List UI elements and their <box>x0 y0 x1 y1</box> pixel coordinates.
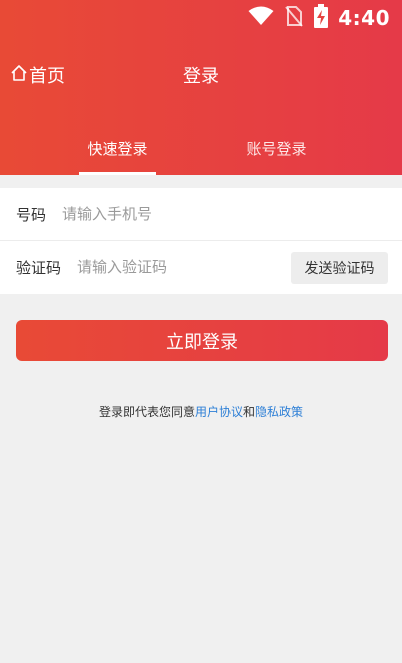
status-bar: 4:40 <box>248 4 390 32</box>
login-form: 号码 验证码 发送验证码 <box>0 188 402 294</box>
privacy-policy-link[interactable]: 隐私政策 <box>255 405 303 419</box>
phone-label: 号码 <box>16 205 47 224</box>
agreement-text: 登录即代表您同意用户协议和隐私政策 <box>0 403 402 420</box>
status-time: 4:40 <box>338 6 390 30</box>
battery-charging-icon <box>314 4 329 32</box>
code-label: 验证码 <box>16 258 62 277</box>
active-tab-indicator <box>79 172 156 175</box>
nav-bar: 首页 登录 <box>0 58 402 92</box>
code-row: 验证码 发送验证码 <box>0 241 402 293</box>
no-sim-icon <box>284 5 304 31</box>
login-button[interactable]: 立即登录 <box>16 320 388 361</box>
user-agreement-link[interactable]: 用户协议 <box>195 405 243 419</box>
header-bar: 4:40 首页 登录 快速登录 账号登录 <box>0 0 402 175</box>
phone-input[interactable] <box>62 205 363 223</box>
agreement-prefix: 登录即代表您同意 <box>98 405 195 419</box>
phone-row: 号码 <box>0 188 402 241</box>
tab-quick-login[interactable]: 快速登录 <box>79 138 156 159</box>
login-tabs: 快速登录 账号登录 <box>0 128 402 175</box>
page-title: 登录 <box>183 66 219 87</box>
send-code-button[interactable]: 发送验证码 <box>291 252 388 284</box>
agreement-conjunction: 和 <box>243 405 256 419</box>
tab-account-login[interactable]: 账号登录 <box>238 138 315 159</box>
verification-code-input[interactable] <box>77 258 278 276</box>
wifi-icon <box>248 6 274 30</box>
